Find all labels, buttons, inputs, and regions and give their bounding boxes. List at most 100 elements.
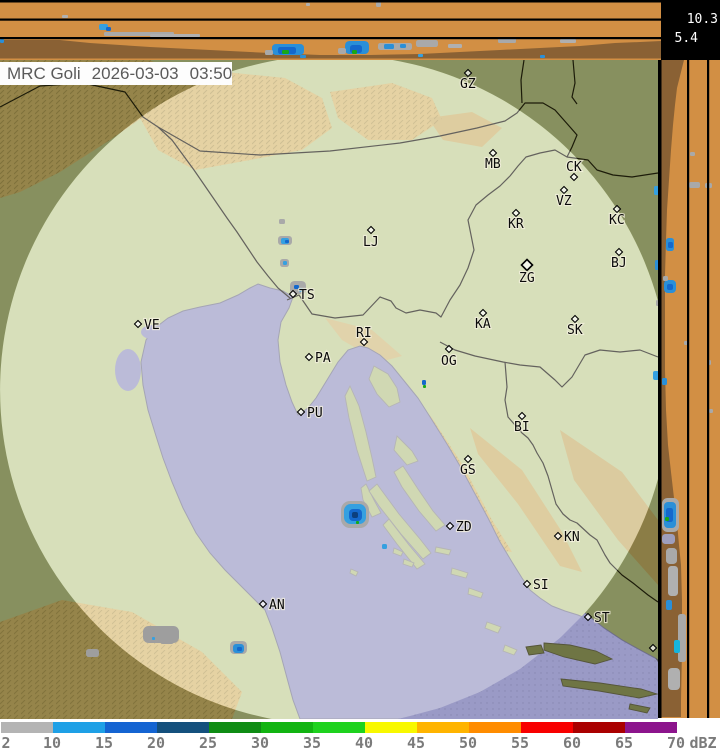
scale-tick-label: 20 bbox=[146, 734, 166, 751]
echo-blob bbox=[423, 385, 426, 388]
scale-tick-label: 55 bbox=[510, 734, 530, 751]
echo-blob bbox=[540, 55, 545, 58]
echo-blob bbox=[62, 15, 68, 18]
station-name: MRC Goli bbox=[7, 64, 81, 83]
echo-blob bbox=[285, 240, 289, 243]
echo-blob bbox=[382, 544, 387, 549]
scale-unit-label: dBZ bbox=[689, 734, 717, 751]
top-cross-section-graphic bbox=[0, 0, 661, 59]
scale-segment bbox=[157, 722, 209, 733]
echo-blob bbox=[160, 636, 174, 644]
right-height-gridline-lower bbox=[687, 60, 690, 718]
scale-tick-label: 25 bbox=[198, 734, 218, 751]
city-label: AN bbox=[269, 598, 285, 613]
echo-blob bbox=[86, 649, 99, 657]
echo-blob bbox=[666, 600, 672, 610]
echo-blob bbox=[709, 409, 713, 413]
height-value-lower: 5.4 bbox=[674, 31, 698, 46]
city-label: GZ bbox=[460, 77, 476, 92]
top-height-gridline-upper bbox=[0, 18, 661, 21]
city-label: OG bbox=[441, 354, 457, 369]
echo-blob bbox=[283, 261, 287, 265]
scale-tick-label: 65 bbox=[614, 734, 634, 751]
echo-blob bbox=[668, 668, 680, 690]
scale-segment bbox=[105, 722, 157, 733]
scale-ticks: 2 10 15 20 25 30 35 40 45 50 55 60 65 70 dBZ bbox=[0, 734, 720, 751]
scale-tick-label: 40 bbox=[354, 734, 374, 751]
product-date: 2026-03-03 bbox=[91, 64, 179, 83]
echo-blob bbox=[690, 152, 695, 156]
echo-blob bbox=[654, 186, 659, 195]
scale-segment bbox=[469, 722, 521, 733]
scale-bar bbox=[1, 722, 677, 733]
echo-blob bbox=[667, 284, 673, 290]
echo-blob bbox=[352, 512, 358, 518]
echo-blob bbox=[352, 50, 357, 54]
echo-blob bbox=[279, 219, 285, 224]
city-label: BI bbox=[514, 420, 530, 435]
echo-blob bbox=[150, 34, 200, 37]
echo-blob bbox=[560, 39, 576, 43]
scale-segment bbox=[53, 722, 105, 733]
city-label: CK bbox=[566, 160, 582, 175]
echo-blob bbox=[665, 517, 669, 521]
city-label: KA bbox=[475, 317, 491, 332]
radar-range-circle bbox=[0, 55, 670, 725]
city-label: PU bbox=[307, 406, 323, 421]
height-scale-box: 10.3 5.4 bbox=[661, 0, 720, 60]
echo-blob bbox=[674, 640, 680, 653]
scale-tick-label: 35 bbox=[302, 734, 322, 751]
echo-blob bbox=[416, 40, 438, 47]
city-label: RI bbox=[356, 326, 372, 341]
city-label: SI bbox=[533, 578, 549, 593]
echo-blob bbox=[662, 534, 675, 544]
echo-blob bbox=[400, 44, 406, 48]
top-cross-section-panel bbox=[0, 0, 661, 60]
scale-segment bbox=[261, 722, 313, 733]
scale-segment bbox=[417, 722, 469, 733]
city-label: ZG bbox=[519, 271, 535, 286]
echo-blob bbox=[689, 182, 700, 188]
echo-blob bbox=[656, 300, 660, 306]
echo-blob bbox=[655, 260, 660, 270]
echo-blob bbox=[378, 43, 412, 50]
city-label: KC bbox=[609, 213, 625, 228]
city-label: ST bbox=[594, 611, 610, 626]
echo-blob bbox=[338, 48, 346, 54]
city-label: TS bbox=[299, 288, 315, 303]
echo-blob bbox=[265, 50, 273, 55]
top-height-gridline-lower bbox=[0, 37, 661, 40]
echo-blob bbox=[668, 566, 678, 596]
city-label: GS bbox=[460, 463, 476, 478]
city-label: VZ bbox=[556, 194, 572, 209]
product-time: 03:50 bbox=[189, 64, 233, 83]
echo-blob bbox=[384, 44, 394, 49]
echo-blob bbox=[152, 637, 155, 640]
city-label: LJ bbox=[363, 235, 379, 250]
radar-map: GZ MB CK VZ KR KC BJ ZG LJ TS VE RI PA KA SK OG PU BI GS ZD… bbox=[0, 55, 671, 726]
scale-segment bbox=[1, 722, 53, 733]
top-panel-edge bbox=[0, 0, 661, 3]
city-label: SK bbox=[567, 323, 583, 338]
right-panel-edge bbox=[658, 60, 662, 718]
echo-blob bbox=[653, 371, 659, 380]
city-label: ZD bbox=[456, 520, 472, 535]
radar-display: 10.3 5.4 GZ MB CK VZ KR KC BJ ZG LJ TS V… bbox=[0, 0, 720, 751]
scale-segment bbox=[573, 722, 625, 733]
echo-blob bbox=[356, 521, 359, 524]
scale-tick-label: 50 bbox=[458, 734, 478, 751]
height-value-upper: 10.3 bbox=[686, 12, 718, 27]
echo-blob bbox=[106, 27, 111, 31]
right-height-gridline-upper bbox=[707, 60, 710, 718]
echo-blob bbox=[282, 50, 289, 54]
echo-blob bbox=[0, 39, 4, 43]
scale-tick-label: 45 bbox=[406, 734, 426, 751]
right-cross-section-panel bbox=[658, 60, 720, 718]
right-cross-section-graphic bbox=[658, 60, 713, 718]
echo-blob bbox=[237, 647, 242, 651]
reflectivity-scale: 2 10 15 20 25 30 35 40 45 50 55 60 65 70 dBZ bbox=[0, 719, 720, 751]
echo-blob bbox=[448, 44, 462, 48]
echo-blob bbox=[663, 276, 668, 281]
echo-blob bbox=[376, 2, 381, 7]
echo-blob bbox=[668, 242, 673, 248]
